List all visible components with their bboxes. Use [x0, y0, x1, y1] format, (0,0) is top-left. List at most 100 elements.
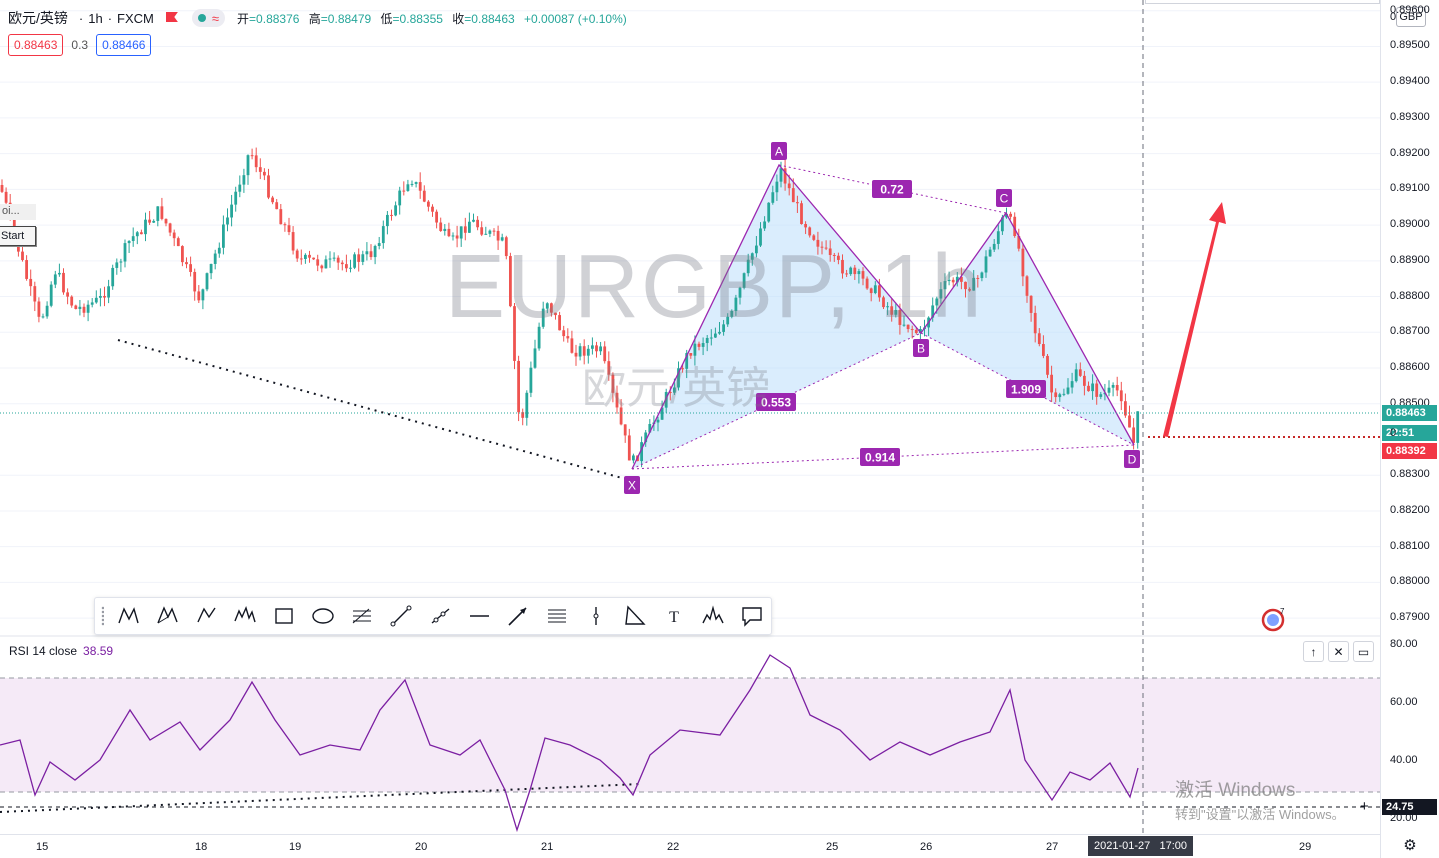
candle-body — [529, 367, 533, 393]
time-tick-label: 18 — [195, 841, 208, 853]
candle-body — [996, 231, 1000, 244]
crosshair-date-tag: 2021-01-27 17:00 — [1088, 836, 1193, 856]
candle-body — [914, 329, 918, 334]
candle-body — [517, 360, 520, 413]
price-chart[interactable]: X A B C D 0.553 0.72 1.909 0.914 — [0, 0, 1439, 858]
candle-body — [431, 206, 434, 212]
candle-body — [131, 236, 135, 241]
start-button[interactable]: Start — [0, 226, 36, 246]
candle-body — [443, 228, 447, 231]
candle-body — [1074, 369, 1078, 382]
candle-body — [99, 295, 102, 298]
candle-body — [939, 289, 943, 299]
candle-body — [386, 214, 389, 227]
head-shoulders-tool-button[interactable] — [693, 599, 732, 633]
callout-tool-button[interactable] — [732, 599, 771, 633]
move-pane-up-icon[interactable]: ↑ — [1303, 641, 1324, 662]
candle-body — [148, 219, 151, 223]
candle-body — [1009, 213, 1012, 217]
interval-label[interactable]: 1h — [88, 11, 102, 26]
time-tick-label: 21 — [541, 841, 554, 853]
parallel-channel-tool-button[interactable] — [537, 599, 576, 633]
candle-body — [279, 209, 283, 225]
abcd-pattern-tool-button[interactable] — [186, 599, 225, 633]
horizontal-ray-tool-button[interactable] — [459, 599, 498, 633]
candle-body — [263, 171, 266, 176]
candle-body — [796, 202, 799, 204]
buy-price-button[interactable]: 0.88466 — [96, 34, 152, 56]
candle-body — [1119, 390, 1123, 402]
candle-body — [824, 247, 828, 249]
candle-body — [709, 337, 713, 339]
xabcd-pattern-tool-button[interactable] — [108, 599, 147, 633]
trend-line-tool-button[interactable] — [381, 599, 420, 633]
candle-body — [275, 202, 279, 210]
candle-body — [209, 263, 213, 274]
candle-body — [607, 361, 611, 375]
vertical-line-tool-button[interactable] — [576, 599, 615, 633]
candle-body — [140, 232, 143, 235]
rsi-label: RSI 14 close — [9, 644, 78, 658]
price-tick-label: 0.88100 — [1390, 539, 1430, 552]
cypher-pattern-tool-button[interactable] — [147, 599, 186, 633]
candle-body — [435, 211, 438, 223]
candle-body — [0, 185, 4, 192]
drawing-toolbar[interactable]: T — [94, 597, 772, 635]
candle-body — [119, 261, 123, 263]
candle-body — [1037, 333, 1041, 345]
candle-body — [406, 184, 410, 191]
elliott-wave-tool-button[interactable] — [225, 599, 264, 633]
plus-icon[interactable]: + — [1360, 799, 1376, 816]
candle-body — [1107, 387, 1111, 393]
candle-body — [197, 291, 201, 301]
rectangle-tool-button[interactable] — [264, 599, 303, 633]
rectangle-icon — [274, 608, 293, 624]
wave-icon: ≈ — [211, 10, 220, 26]
candle-body — [316, 259, 320, 266]
candle-body — [41, 316, 45, 318]
candle-body — [951, 279, 955, 283]
rsi-legend[interactable]: RSI 14 close 38.59 — [9, 644, 113, 658]
candle-body — [693, 343, 697, 356]
candle-body — [943, 281, 947, 290]
candle-body — [627, 435, 631, 461]
candle-body — [832, 254, 836, 256]
text-tool-button[interactable]: T — [654, 599, 693, 633]
price-tick-label: 0.89000 — [1390, 218, 1430, 231]
toolbar-grip-icon[interactable] — [101, 606, 104, 626]
candle-body — [566, 336, 570, 339]
maximize-pane-icon[interactable]: ▭ — [1353, 641, 1374, 662]
pattern-low-tag: 0.88392 — [1382, 443, 1437, 459]
flag-icon[interactable] — [166, 12, 178, 24]
candle-body — [1021, 248, 1025, 277]
symbol-legend[interactable]: 欧元/英镑 · 1h · FXCM ≈ 开=0.88376 高=0.88479 … — [8, 8, 633, 28]
candle-body — [176, 238, 180, 247]
sell-price-button[interactable]: 0.88463 — [8, 34, 64, 56]
ellipse-tool-button[interactable] — [303, 599, 342, 633]
ray-tool-button[interactable] — [420, 599, 459, 633]
gear-icon[interactable]: ⚙ — [1402, 838, 1418, 854]
symbol-name[interactable]: 欧元/英镑 — [8, 8, 68, 28]
candle-body — [238, 184, 242, 192]
triangle-tool-button[interactable] — [615, 599, 654, 633]
price-tick-label: 0.88300 — [1390, 468, 1430, 481]
candle-body — [984, 256, 988, 273]
candle-body — [463, 226, 467, 233]
market-status-pill[interactable]: ≈ — [191, 9, 226, 27]
candle-body — [841, 259, 844, 274]
candle-body — [562, 330, 566, 337]
candle-body — [90, 302, 94, 305]
candle-body — [890, 306, 894, 315]
candle-body — [1050, 374, 1053, 393]
candle-body — [1128, 415, 1131, 428]
fib-retracement-tool-button[interactable] — [342, 599, 381, 633]
arrow-tool-button[interactable] — [498, 599, 537, 633]
candle-body — [537, 326, 541, 349]
candle-body — [82, 306, 86, 313]
candle-body — [1099, 394, 1103, 397]
close-pane-icon[interactable]: ✕ — [1328, 641, 1349, 662]
candle-body — [705, 337, 709, 344]
candle-body — [804, 224, 807, 228]
price-tick-label: 0.88200 — [1390, 503, 1430, 516]
candle-body — [988, 249, 992, 257]
